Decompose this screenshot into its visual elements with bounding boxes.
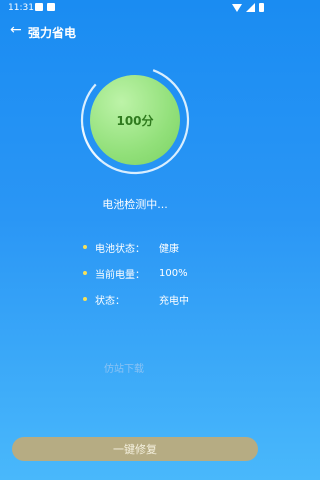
bullet-icon xyxy=(83,271,87,275)
notification-icon xyxy=(35,3,43,11)
info-row-charge-level: 当前电量： 100% xyxy=(83,260,189,286)
notification-icons xyxy=(35,3,55,11)
score-gauge: 100分 xyxy=(75,60,195,180)
status-time: 11:31 xyxy=(8,3,34,13)
wifi-icon xyxy=(232,3,242,12)
status-bar: 11:31 xyxy=(0,0,270,16)
app-bar: ← 强力省电 xyxy=(0,20,270,44)
score-circle: 100分 xyxy=(90,75,180,165)
signal-icon xyxy=(246,3,255,12)
bullet-icon xyxy=(83,297,87,301)
info-row-battery-health: 电池状态： 健康 xyxy=(83,234,189,260)
score-value: 100分 xyxy=(116,113,154,128)
system-icons xyxy=(232,3,264,12)
info-label: 状态： xyxy=(95,295,125,307)
info-label: 当前电量： xyxy=(95,269,145,281)
info-value: 健康 xyxy=(159,243,179,255)
battery-info-list: 电池状态： 健康 当前电量： 100% 状态： 充电中 xyxy=(83,234,189,312)
watermark: 仿站下载 xyxy=(104,364,144,375)
info-value: 充电中 xyxy=(159,295,189,307)
checking-status-text: 电池检测中... xyxy=(102,198,168,211)
bullet-icon xyxy=(83,245,87,249)
arrow-left-icon[interactable]: ← xyxy=(10,23,22,37)
battery-icon xyxy=(259,3,264,12)
info-row-charging-state: 状态： 充电中 xyxy=(83,286,189,312)
page-title: 强力省电 xyxy=(28,26,77,40)
notification-a-icon xyxy=(47,3,55,11)
info-value: 100% xyxy=(159,267,188,279)
info-label: 电池状态： xyxy=(95,243,145,255)
one-click-fix-button[interactable]: 一键修复 xyxy=(12,437,258,461)
